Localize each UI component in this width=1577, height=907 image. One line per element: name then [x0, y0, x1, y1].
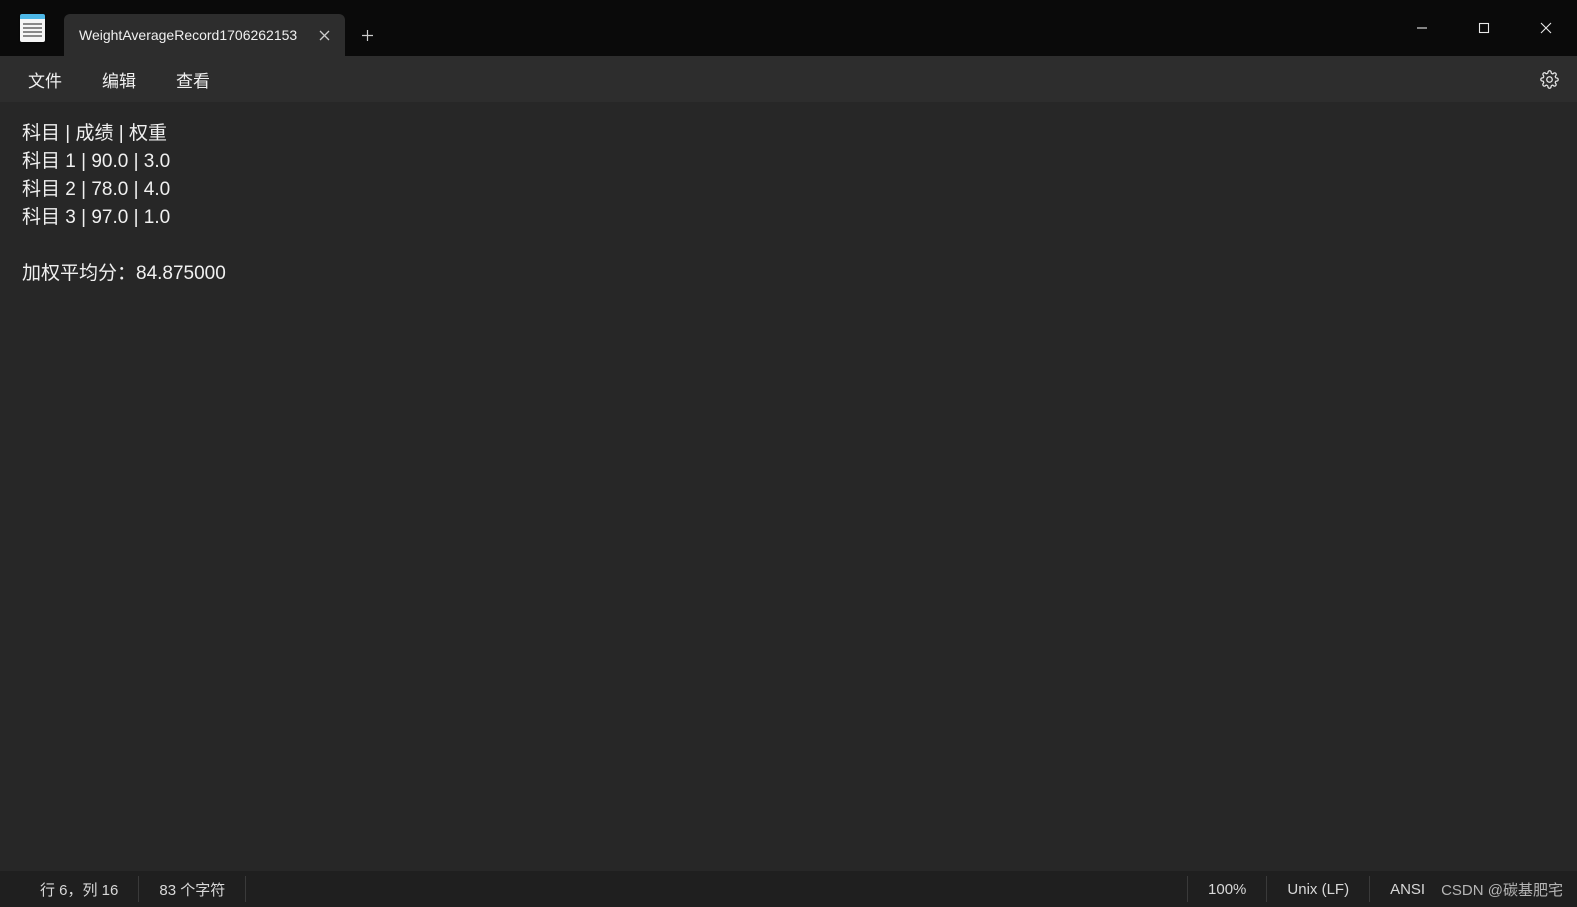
status-divider	[138, 876, 139, 902]
maximize-button[interactable]	[1453, 0, 1515, 56]
tab-close-button[interactable]	[313, 24, 335, 46]
window-controls	[1391, 0, 1577, 56]
status-divider	[1266, 876, 1267, 902]
titlebar: WeightAverageRecord1706262153	[0, 0, 1577, 56]
status-char-count: 83 个字符	[143, 871, 241, 907]
app-icon-container	[0, 0, 64, 56]
close-window-button[interactable]	[1515, 0, 1577, 56]
plus-icon	[361, 29, 374, 42]
status-divider	[1187, 876, 1188, 902]
close-icon	[319, 30, 330, 41]
status-zoom[interactable]: 100%	[1192, 871, 1262, 907]
status-encoding[interactable]: ANSI	[1374, 871, 1441, 907]
tab-title: WeightAverageRecord1706262153	[79, 27, 297, 43]
status-divider	[245, 876, 246, 902]
menu-file[interactable]: 文件	[8, 61, 82, 98]
status-cursor-position: 行 6，列 16	[24, 871, 134, 907]
status-line-ending[interactable]: Unix (LF)	[1271, 871, 1365, 907]
text-editor[interactable]: 科目 | 成绩 | 权重 科目 1 | 90.0 | 3.0 科目 2 | 78…	[0, 102, 1577, 871]
tab-active[interactable]: WeightAverageRecord1706262153	[64, 14, 345, 56]
gear-icon	[1540, 70, 1559, 89]
status-divider	[1369, 876, 1370, 902]
watermark-text: CSDN @碳基肥宅	[1441, 879, 1577, 900]
settings-button[interactable]	[1529, 62, 1569, 96]
notepad-icon	[20, 14, 45, 42]
menu-view[interactable]: 查看	[156, 61, 230, 98]
close-icon	[1540, 22, 1552, 34]
minimize-icon	[1416, 22, 1428, 34]
new-tab-button[interactable]	[345, 14, 389, 56]
menu-edit[interactable]: 编辑	[82, 61, 156, 98]
menubar: 文件 编辑 查看	[0, 56, 1577, 102]
minimize-button[interactable]	[1391, 0, 1453, 56]
maximize-icon	[1478, 22, 1490, 34]
statusbar: 行 6，列 16 83 个字符 100% Unix (LF) ANSI CSDN…	[0, 871, 1577, 907]
